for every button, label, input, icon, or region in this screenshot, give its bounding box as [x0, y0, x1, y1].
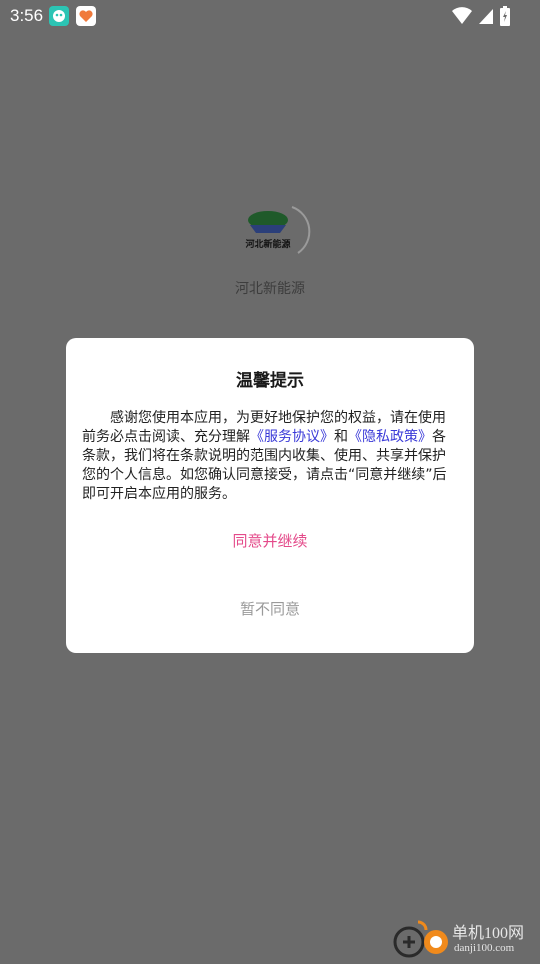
wifi-icon: [452, 7, 472, 25]
status-bar: 3:56: [0, 0, 540, 32]
system-icons: [452, 5, 510, 27]
watermark-text: 单机100网: [452, 925, 525, 942]
watermark-logo-icon: [392, 920, 452, 960]
dialog-title: 温馨提示: [236, 371, 304, 391]
watermark-url: danji100.com: [454, 942, 515, 954]
signal-icon: [478, 7, 494, 25]
privacy-dialog: 温馨提示 感谢您使用本应用，为更好地保护您的权益，请在使用前务必点击阅读、充分理…: [66, 338, 474, 653]
notification-heart-icon: [76, 6, 96, 26]
notification-app-icon: [49, 6, 69, 26]
app-logo-text: 河北新能源: [245, 238, 290, 250]
dialog-body-text-2: 和: [334, 429, 348, 445]
privacy-policy-link[interactable]: 《隐私政策》: [348, 429, 432, 445]
status-time: 3:56: [10, 6, 44, 25]
battery-icon: [500, 6, 510, 26]
decline-button[interactable]: 暂不同意: [66, 598, 474, 622]
service-agreement-link[interactable]: 《服务协议》: [250, 429, 334, 445]
agree-continue-button[interactable]: 同意并继续: [66, 530, 474, 554]
app-logo: 河北新能源: [240, 203, 312, 261]
app-name: 河北新能源: [235, 281, 305, 297]
dialog-body: 感谢您使用本应用，为更好地保护您的权益，请在使用前务必点击阅读、充分理解《服务协…: [82, 409, 458, 504]
watermark: 单机100网 danji100.com: [392, 916, 540, 960]
